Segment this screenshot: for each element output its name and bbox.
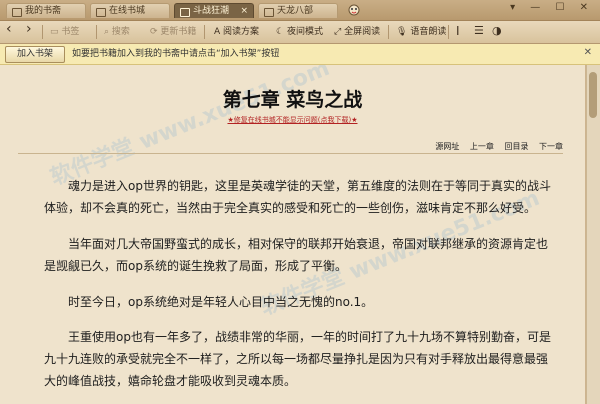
divider: [42, 25, 43, 39]
source-link[interactable]: 源网址: [435, 142, 459, 151]
back-button[interactable]: ‹: [6, 22, 12, 36]
reading-plan-button[interactable]: A 阅读方案: [214, 25, 259, 39]
info-bar: 加入书架 如要把书籍加入到我的书斋中请点击“加入书架”按钮 ✕: [0, 44, 600, 65]
chapter-nav: 源网址 上一章 回目录 下一章: [427, 141, 563, 152]
text-cursor-icon[interactable]: I: [456, 24, 460, 38]
tab-label: 在线书城: [109, 6, 146, 16]
contrast-icon[interactable]: ◑: [492, 24, 502, 38]
font-icon: A: [214, 27, 221, 37]
chapter-title: 第七章 菜鸟之战: [222, 89, 363, 111]
update-button[interactable]: ⟳ 更新书籍: [150, 25, 196, 39]
tab-bar: 我的书斋 在线书城 斗战狂潮 × 天龙八部 ▾ — ☐ ✕: [0, 0, 600, 21]
divider: [96, 25, 97, 39]
bookmark-icon: ▭: [50, 27, 59, 37]
info-message: 如要把书籍加入到我的书斋中请点击“加入书架”按钮: [72, 49, 280, 59]
reading-pane[interactable]: 软件学堂 www.xue51.com 软件学堂 www.xue51.com 第七…: [0, 65, 585, 404]
download-notice-link[interactable]: ★修复在线书城不能显示问题(点我下载)★: [0, 115, 585, 125]
moon-icon: ☾: [276, 27, 285, 37]
tab-label: 我的书斋: [25, 6, 62, 16]
night-mode-button[interactable]: ☾ 夜间模式: [276, 25, 323, 39]
tab-online-store[interactable]: 在线书城: [90, 3, 170, 18]
refresh-icon: ⟳: [150, 27, 158, 37]
book-icon: [264, 8, 274, 17]
paragraph: 王重使用op也有一年多了，战绩非常的华丽，一年的时间打了九十九场不算特别勤奋，可…: [44, 330, 551, 388]
mascot-icon[interactable]: [347, 3, 361, 17]
watermark: 软件学堂 www.xue51.com: [47, 65, 334, 191]
search-icon: ⌕: [104, 27, 110, 37]
microphone-icon: 🎙: [396, 27, 408, 37]
prev-chapter-link[interactable]: 上一章: [470, 142, 494, 151]
divider: [448, 25, 449, 39]
fullscreen-icon: ⤢: [334, 27, 342, 37]
divider: [388, 25, 389, 39]
toc-link[interactable]: 回目录: [504, 142, 528, 151]
tab-my-library[interactable]: 我的书斋: [6, 3, 86, 18]
next-chapter-link[interactable]: 下一章: [539, 142, 563, 151]
tab-current-book[interactable]: 斗战狂潮 ×: [174, 3, 254, 18]
toolbar: ‹ › ▭ 书签 ⌕ 搜索 ⟳ 更新书籍 A 阅读方案 ☾ 夜间模式 ⤢ 全屏阅…: [0, 21, 600, 44]
paragraph: 当年面对几大帝国野蛮式的成长，相对保守的联邦开始衰退，帝国对联邦继承的资源肯定也…: [44, 237, 549, 273]
scrollbar-thumb[interactable]: [589, 72, 597, 118]
book-icon: [96, 8, 106, 17]
book-icon: [180, 8, 190, 17]
fullscreen-button[interactable]: ⤢ 全屏阅读: [334, 25, 380, 39]
book-icon: [12, 8, 22, 17]
voice-read-button[interactable]: 🎙 语音朗读: [396, 25, 446, 39]
tab-other-book[interactable]: 天龙八部: [258, 3, 338, 18]
forward-button[interactable]: ›: [26, 22, 32, 36]
tab-label: 天龙八部: [277, 6, 314, 16]
divider: [18, 153, 563, 154]
menu-icon[interactable]: ☰: [474, 24, 484, 38]
close-icon[interactable]: ✕: [584, 47, 592, 58]
tab-label: 斗战狂潮: [193, 6, 230, 16]
divider: [204, 25, 205, 39]
search-button[interactable]: ⌕ 搜索: [104, 25, 130, 39]
bookmark-button[interactable]: ▭ 书签: [50, 25, 79, 39]
window-controls[interactable]: ▾ — ☐ ✕: [510, 2, 594, 13]
close-icon[interactable]: ×: [240, 4, 248, 19]
paragraph: 时至今日，op系统绝对是年轻人心目中当之无愧的no.1。: [68, 295, 374, 309]
paragraph: 魂力是进入op世界的钥匙，这里是英魂学徒的天堂，第五维度的法则在于等同于真实的战…: [44, 179, 551, 215]
add-to-shelf-button[interactable]: 加入书架: [5, 46, 65, 63]
